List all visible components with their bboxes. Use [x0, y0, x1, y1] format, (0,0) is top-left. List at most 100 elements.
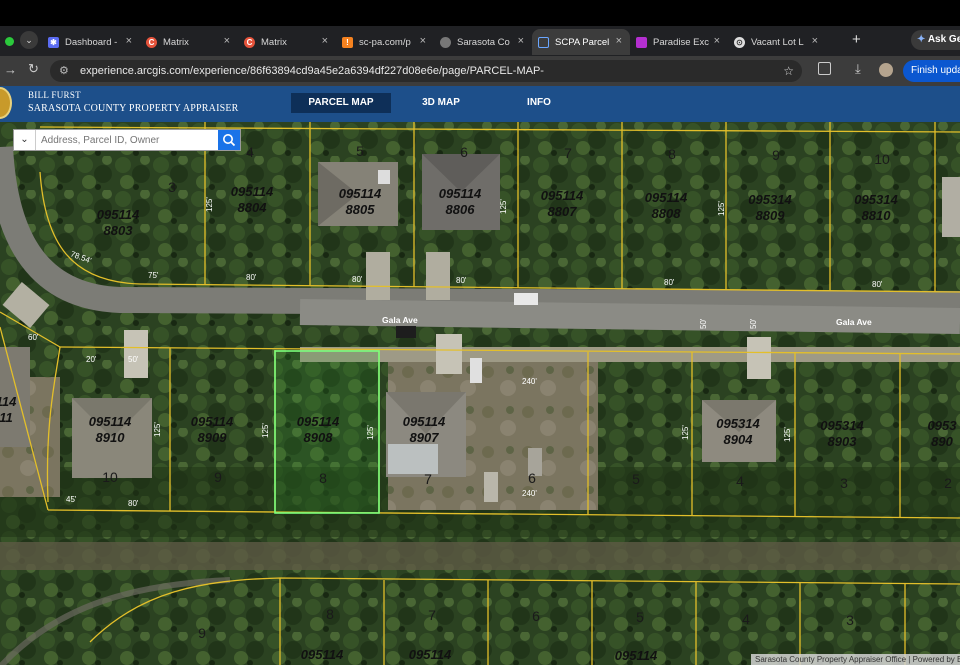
chevron-down-icon: ⌄: [20, 134, 29, 145]
search-scope-dropdown[interactable]: ⌄: [14, 130, 36, 150]
close-tab-icon[interactable]: ×: [812, 35, 818, 47]
brand-name: BILL FURST: [28, 90, 81, 100]
dimension-label: 125': [783, 427, 792, 442]
paradise-favicon-icon: [636, 36, 647, 48]
dimension-label: 60': [28, 333, 39, 342]
finish-update-button[interactable]: Finish update: [903, 60, 960, 82]
parcel-id-label: 8910: [96, 430, 126, 445]
close-tab-icon[interactable]: ×: [714, 35, 720, 47]
parcel-id-label: 095114: [541, 188, 584, 203]
parcel-id-label: 095314: [748, 192, 792, 207]
extensions-icon[interactable]: [818, 62, 831, 75]
dimension-label: 50': [699, 318, 708, 329]
parcel-id-label: 095114: [191, 414, 234, 429]
lot-number-label: 4: [742, 611, 750, 627]
lot-number-label: 5: [356, 143, 364, 159]
parcel-id-label: 095314: [854, 192, 898, 207]
parcel-search: ⌄: [13, 129, 241, 151]
dimension-label: 240': [522, 489, 537, 498]
lot-number-label: 9: [198, 625, 206, 641]
street-label: Gala Ave: [382, 315, 418, 325]
parcel-id-label: 8806: [446, 202, 476, 217]
parcel-id-label: 8908: [304, 430, 334, 445]
dimension-label: 125': [717, 201, 726, 216]
download-icon[interactable]: ⤓: [855, 61, 861, 77]
profile-avatar[interactable]: [879, 63, 893, 77]
lot-number-label: 7: [564, 145, 572, 161]
search-icon: [223, 134, 236, 147]
street-label: Gala Ave: [836, 317, 872, 327]
lot-number-label: 6: [460, 144, 468, 160]
lot-number-label: 3: [168, 179, 176, 195]
lot-number-label: 9: [214, 469, 222, 485]
parcel-id-label: 095314: [820, 418, 864, 433]
brand-subtitle: SARASOTA COUNTY PROPERTY APPRAISER: [28, 103, 239, 114]
tab-sarasota[interactable]: Sarasota Co ×: [434, 29, 532, 55]
parcel-id-label: 8808: [652, 206, 682, 221]
sparkle-icon: ✦: [917, 34, 926, 45]
tab-search-icon[interactable]: ⌄: [20, 31, 38, 49]
dimension-label: 125': [499, 199, 508, 214]
url-field[interactable]: ⚙ experience.arcgis.com/experience/86f63…: [50, 60, 802, 82]
lot-number-label: 5: [632, 471, 640, 487]
parcel-id-label: 11: [0, 410, 13, 425]
lot-number-label: 4: [246, 144, 254, 160]
site-info-icon[interactable]: ⚙: [59, 60, 69, 82]
globe-favicon-icon: [440, 36, 451, 48]
nav-info[interactable]: INFO: [513, 93, 565, 113]
lot-number-label: 8: [668, 146, 676, 162]
dimension-label: 125': [366, 425, 375, 440]
parcel-id-label: 095114: [645, 190, 688, 205]
tab-paradise[interactable]: Paradise Exc ×: [630, 29, 728, 55]
tab-sc-pa[interactable]: ! sc-pa.com/p ×: [336, 29, 434, 55]
close-tab-icon[interactable]: ×: [420, 35, 426, 47]
top-black-bar: [0, 0, 960, 26]
close-tab-icon[interactable]: ×: [224, 35, 230, 47]
parcel-id-label: 8804: [238, 200, 268, 215]
parcel-map[interactable]: 75' 80' 80' 80' 80' 80' 78.54' 125' 125'…: [0, 122, 960, 665]
forward-arrow-icon[interactable]: →: [4, 62, 17, 77]
nav-3d-map[interactable]: 3D MAP: [405, 93, 477, 113]
close-tab-icon[interactable]: ×: [616, 35, 622, 47]
dimension-label: 80': [456, 276, 467, 285]
tab-matrix-2[interactable]: C Matrix ×: [238, 29, 336, 55]
dimension-label: 125': [153, 422, 162, 437]
window-control-icon[interactable]: [5, 37, 14, 46]
lot-number-label: 9: [772, 147, 780, 163]
tab-vacant-lot[interactable]: ⊙ Vacant Lot L ×: [728, 29, 826, 55]
dimension-label: 125': [261, 423, 270, 438]
parcel-id-label: 8809: [756, 208, 786, 223]
search-input[interactable]: [37, 130, 225, 150]
dimension-label: 240': [522, 377, 537, 386]
dimension-label: 125': [681, 425, 690, 440]
tab-dashboard[interactable]: ✱ Dashboard - ×: [42, 29, 140, 55]
lot-number-label: 6: [532, 608, 540, 624]
dashboard-favicon-icon: ✱: [48, 36, 59, 48]
lot-number-label: 6: [528, 470, 536, 486]
close-tab-icon[interactable]: ×: [322, 35, 328, 47]
ask-gemini-button[interactable]: ✦ Ask Ge: [911, 30, 960, 50]
nav-parcel-map[interactable]: PARCEL MAP: [291, 93, 391, 113]
parcel-id-label: 095314: [716, 416, 760, 431]
tab-scpa-parcel[interactable]: SCPA Parcel ×: [532, 29, 630, 55]
parcel-id-label: 095114: [97, 207, 140, 222]
parcel-id-label: 8909: [198, 430, 228, 445]
tab-matrix-1[interactable]: C Matrix ×: [140, 29, 238, 55]
lot-number-label: 8: [319, 470, 327, 486]
dimension-label: 20': [86, 355, 97, 364]
arcgis-favicon-icon: [538, 36, 549, 48]
matrix-favicon-icon: C: [146, 36, 157, 48]
parcel-id-label: 095114: [409, 647, 452, 662]
parcel-id-label: 890: [931, 434, 953, 449]
close-tab-icon[interactable]: ×: [518, 35, 524, 47]
close-tab-icon[interactable]: ×: [126, 35, 132, 47]
lot-number-label: 3: [840, 475, 848, 491]
parcel-id-label: 095114: [615, 648, 658, 663]
parcel-id-label: 0953: [928, 418, 958, 433]
reload-icon[interactable]: ↻: [28, 61, 39, 77]
dimension-label: 45': [66, 495, 77, 504]
parcel-id-label: 095114: [403, 414, 446, 429]
new-tab-icon[interactable]: +: [852, 31, 861, 48]
bookmark-star-icon[interactable]: ☆: [783, 60, 794, 82]
search-button[interactable]: [218, 130, 240, 150]
